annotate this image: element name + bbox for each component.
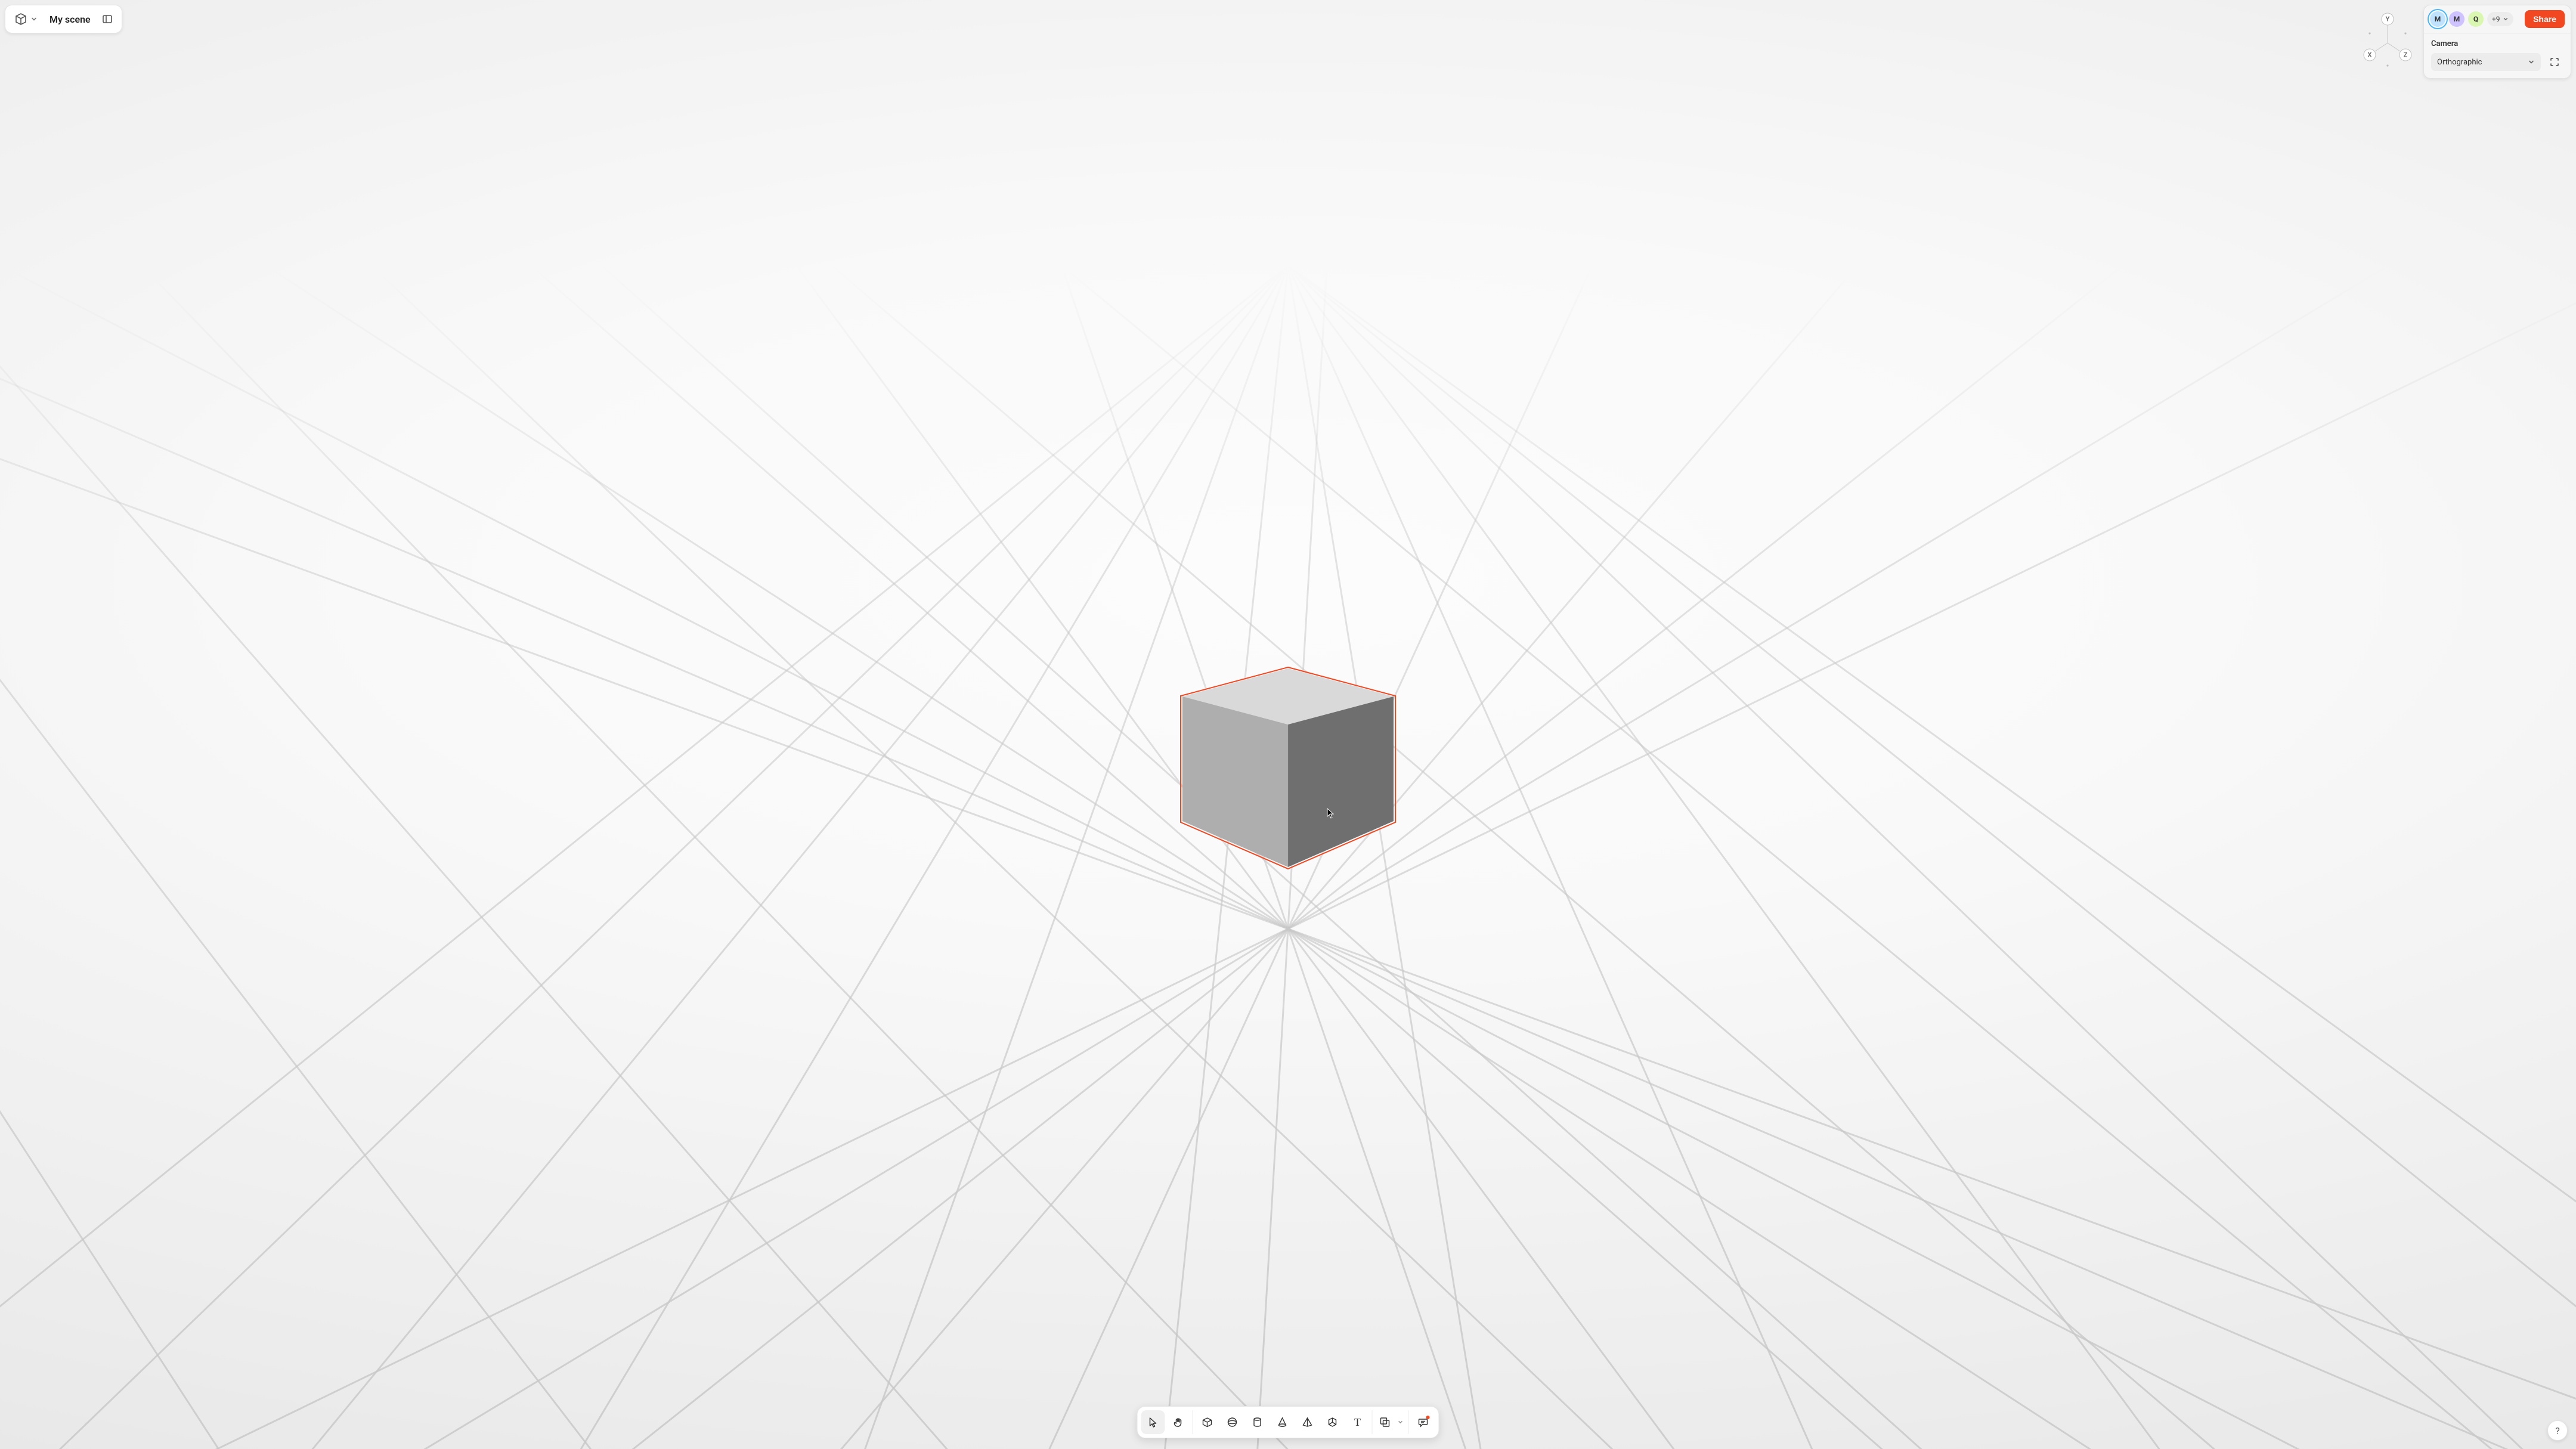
sphere-primitive-tool[interactable] bbox=[1221, 1410, 1244, 1434]
camera-projection-select[interactable]: Orthographic bbox=[2431, 53, 2541, 71]
chevron-down-icon bbox=[1398, 1419, 1404, 1425]
cone-icon bbox=[1277, 1416, 1289, 1428]
svg-text:Z: Z bbox=[2404, 51, 2408, 58]
scene-title[interactable]: My scene bbox=[44, 14, 97, 25]
prism-icon bbox=[1327, 1416, 1339, 1428]
toggle-left-panel-button[interactable] bbox=[99, 11, 116, 27]
selected-cube[interactable] bbox=[1178, 664, 1398, 872]
avatar-user-3[interactable]: Q bbox=[2468, 11, 2484, 27]
select-tool[interactable] bbox=[1141, 1410, 1165, 1434]
cursor-pointer bbox=[1327, 808, 1335, 819]
cylinder-icon bbox=[1252, 1416, 1264, 1428]
viewport-3d[interactable] bbox=[0, 0, 2576, 1449]
bottom-toolbar: T bbox=[1137, 1406, 1439, 1438]
comments-tool[interactable] bbox=[1411, 1410, 1435, 1434]
right-panel: M M Q +9 Share Camera Orthographic bbox=[2423, 5, 2571, 79]
camera-section: Camera Orthographic bbox=[2424, 33, 2571, 78]
axis-y-handle[interactable]: Y bbox=[2382, 13, 2394, 25]
help-icon: ? bbox=[2555, 1425, 2560, 1436]
share-button[interactable]: Share bbox=[2525, 10, 2565, 28]
cube-logo-icon bbox=[14, 12, 28, 26]
svg-text:Y: Y bbox=[2386, 15, 2390, 23]
unread-indicator bbox=[1426, 1416, 1430, 1419]
sphere-icon bbox=[1227, 1416, 1239, 1428]
cone-primitive-tool[interactable] bbox=[1271, 1410, 1295, 1434]
cylinder-primitive-tool[interactable] bbox=[1246, 1410, 1270, 1434]
separator bbox=[1408, 1410, 1409, 1434]
panel-left-icon bbox=[101, 13, 113, 25]
text-tool[interactable]: T bbox=[1346, 1410, 1370, 1434]
svg-text:X: X bbox=[2368, 51, 2372, 58]
scene-chip: My scene bbox=[5, 5, 122, 33]
camera-projection-value: Orthographic bbox=[2437, 58, 2482, 67]
axis-x-handle[interactable]: X bbox=[2364, 49, 2376, 61]
prism-primitive-tool[interactable] bbox=[1321, 1410, 1345, 1434]
chevron-down-icon bbox=[2503, 16, 2509, 22]
hand-icon bbox=[1172, 1416, 1184, 1428]
chevron-down-icon bbox=[2528, 58, 2535, 66]
frame-all-button[interactable] bbox=[2546, 53, 2563, 71]
boolean-tool-menu[interactable] bbox=[1395, 1419, 1406, 1425]
pyramid-icon bbox=[1302, 1416, 1314, 1428]
cursor-icon bbox=[1147, 1416, 1159, 1428]
help-button[interactable]: ? bbox=[2547, 1420, 2568, 1441]
separator bbox=[1372, 1410, 1373, 1434]
boolean-tool[interactable] bbox=[1375, 1410, 1395, 1434]
text-icon: T bbox=[1354, 1416, 1361, 1429]
camera-section-label: Camera bbox=[2431, 39, 2563, 48]
axis-gizmo[interactable]: Y X Z bbox=[2359, 8, 2416, 74]
more-collaborators-chip[interactable]: +9 bbox=[2487, 12, 2513, 26]
frame-icon bbox=[2549, 57, 2560, 67]
hand-tool[interactable] bbox=[1166, 1410, 1190, 1434]
cube-icon bbox=[1202, 1416, 1213, 1428]
chevron-down-icon bbox=[30, 16, 38, 23]
avatar-user-2[interactable]: M bbox=[2449, 11, 2464, 27]
pyramid-primitive-tool[interactable] bbox=[1296, 1410, 1320, 1434]
app-menu-button[interactable] bbox=[10, 10, 41, 29]
axis-z-handle[interactable]: Z bbox=[2399, 49, 2411, 61]
cube-primitive-tool[interactable] bbox=[1196, 1410, 1219, 1434]
more-count: +9 bbox=[2492, 15, 2500, 23]
avatar-self[interactable]: M bbox=[2430, 11, 2445, 27]
boolean-icon bbox=[1379, 1416, 1391, 1428]
collaborators-row: M M Q +9 Share bbox=[2424, 5, 2571, 33]
